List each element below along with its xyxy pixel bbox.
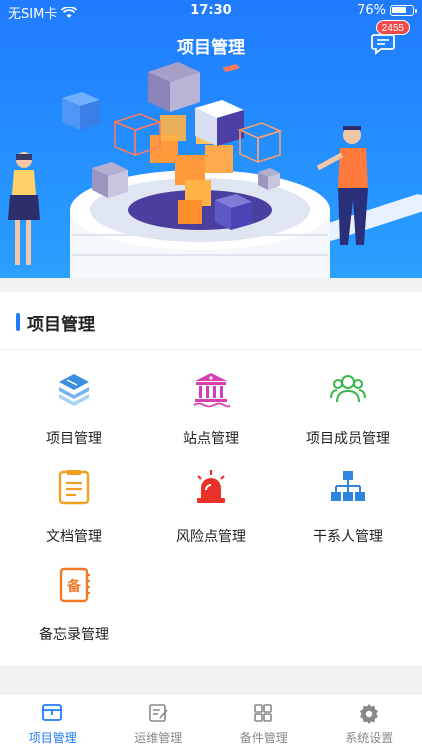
people-icon bbox=[330, 375, 366, 403]
org-chart-icon bbox=[331, 471, 365, 501]
tile-project-management[interactable]: 项目管理 bbox=[4, 360, 144, 458]
tile-label: 站点管理 bbox=[183, 431, 239, 447]
tab-label: 备件管理 bbox=[239, 731, 288, 745]
grid-icon bbox=[254, 704, 272, 722]
battery-icon bbox=[390, 5, 417, 16]
document-icon bbox=[58, 470, 90, 505]
bottom-tab-bar: 项目管理 运维管理 备件管理 系统设置 bbox=[0, 693, 422, 750]
layers-icon bbox=[59, 374, 89, 406]
section-title: 项目管理 bbox=[27, 315, 95, 335]
battery-percent: 76% bbox=[357, 3, 386, 18]
battery-level bbox=[392, 7, 406, 13]
tile-label: 干系人管理 bbox=[313, 529, 383, 545]
tile-member-management[interactable]: 项目成员管理 bbox=[278, 360, 418, 458]
tab-label: 运维管理 bbox=[134, 731, 183, 745]
tile-label: 项目管理 bbox=[46, 431, 102, 447]
project-management-card: 项目管理 项目管理 站点管理 项目成员管理 文档管理 风险点管理 干系人管理 备… bbox=[0, 292, 422, 666]
tile-site-management[interactable]: 站点管理 bbox=[141, 360, 281, 458]
tile-stakeholder-management[interactable]: 干系人管理 bbox=[278, 458, 418, 556]
message-button[interactable] bbox=[368, 33, 398, 55]
status-bar: 无SIM卡 17:30 76% bbox=[0, 0, 422, 22]
tab-spare-parts-management[interactable]: 备件管理 bbox=[211, 694, 317, 750]
tab-project-management[interactable]: 项目管理 bbox=[0, 694, 106, 750]
page-title: 项目管理 bbox=[177, 38, 245, 58]
tile-memo-management[interactable]: 备 备忘录管理 bbox=[4, 556, 144, 654]
tile-label: 备忘录管理 bbox=[39, 627, 109, 643]
tab-label: 系统设置 bbox=[345, 731, 394, 745]
chat-icon bbox=[371, 34, 395, 55]
gear-icon bbox=[359, 704, 378, 724]
section-header: 项目管理 bbox=[0, 292, 422, 350]
tile-label: 项目成员管理 bbox=[306, 431, 390, 447]
building-icon bbox=[193, 373, 230, 408]
alarm-light-icon bbox=[197, 470, 225, 503]
tab-operations-management[interactable]: 运维管理 bbox=[106, 694, 212, 750]
hero-illustration bbox=[8, 62, 422, 278]
tile-document-management[interactable]: 文档管理 bbox=[4, 458, 144, 556]
memo-book-icon: 备 bbox=[59, 567, 90, 603]
tile-risk-management[interactable]: 风险点管理 bbox=[141, 458, 281, 556]
tab-system-settings[interactable]: 系统设置 bbox=[317, 694, 422, 750]
message-badge: 2455 bbox=[375, 20, 410, 35]
svg-text:备: 备 bbox=[66, 578, 82, 595]
edit-note-icon bbox=[148, 704, 168, 722]
project-icon bbox=[42, 704, 62, 721]
hero-banner: 无SIM卡 17:30 76% 项目管理 2455 bbox=[0, 0, 422, 278]
tab-label: 项目管理 bbox=[28, 731, 77, 745]
section-accent-bar bbox=[16, 313, 20, 331]
tile-label: 风险点管理 bbox=[176, 529, 246, 545]
tile-label: 文档管理 bbox=[46, 529, 102, 545]
